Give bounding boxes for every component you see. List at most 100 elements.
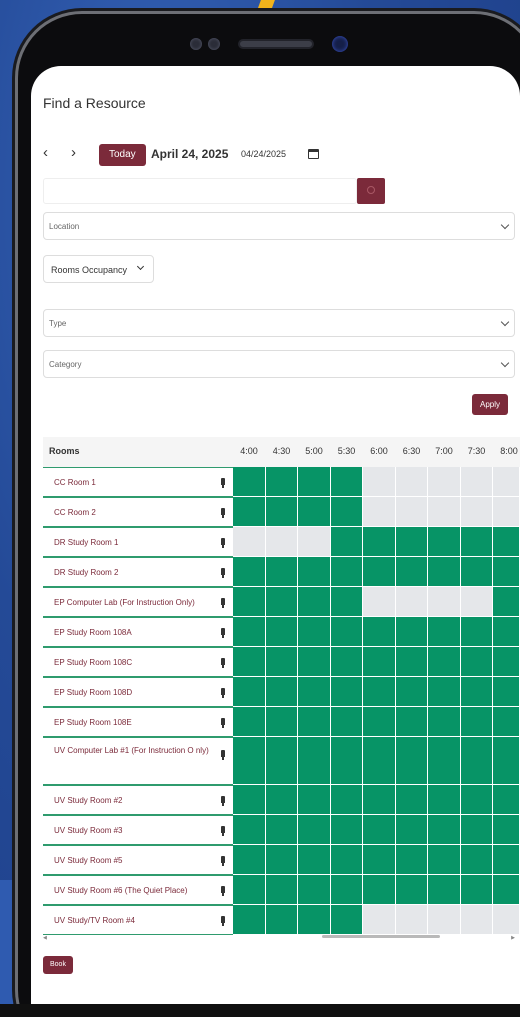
- available-slot[interactable]: [493, 677, 520, 707]
- location-select[interactable]: Location: [43, 212, 515, 240]
- pin-icon[interactable]: [221, 628, 225, 638]
- available-slot[interactable]: [395, 707, 428, 737]
- room-name-link[interactable]: EP Study Room 108A: [54, 625, 214, 640]
- available-slot[interactable]: [265, 905, 298, 935]
- available-slot[interactable]: [298, 785, 331, 815]
- room-row[interactable]: UV Computer Lab #1 (For Instruction O nl…: [43, 737, 233, 785]
- available-slot[interactable]: [265, 815, 298, 845]
- available-slot[interactable]: [265, 467, 298, 497]
- available-slot[interactable]: [298, 845, 331, 875]
- available-slot[interactable]: [330, 905, 363, 935]
- available-slot[interactable]: [395, 527, 428, 557]
- available-slot[interactable]: [428, 875, 461, 905]
- available-slot[interactable]: [233, 905, 266, 935]
- room-row[interactable]: EP Computer Lab (For Instruction Only): [43, 587, 233, 617]
- available-slot[interactable]: [395, 737, 428, 785]
- pin-icon[interactable]: [221, 568, 225, 578]
- available-slot[interactable]: [363, 875, 396, 905]
- pin-icon[interactable]: [221, 508, 225, 518]
- available-slot[interactable]: [460, 527, 493, 557]
- available-slot[interactable]: [298, 617, 331, 647]
- available-slot[interactable]: [298, 497, 331, 527]
- available-slot[interactable]: [330, 875, 363, 905]
- available-slot[interactable]: [460, 677, 493, 707]
- available-slot[interactable]: [298, 677, 331, 707]
- pin-icon[interactable]: [221, 478, 225, 488]
- available-slot[interactable]: [233, 815, 266, 845]
- available-slot[interactable]: [493, 815, 520, 845]
- room-name-link[interactable]: EP Study Room 108E: [54, 715, 214, 730]
- pin-icon[interactable]: [221, 658, 225, 668]
- available-slot[interactable]: [330, 815, 363, 845]
- available-slot[interactable]: [298, 467, 331, 497]
- pin-icon[interactable]: [221, 718, 225, 728]
- available-slot[interactable]: [330, 647, 363, 677]
- available-slot[interactable]: [493, 737, 520, 785]
- available-slot[interactable]: [460, 815, 493, 845]
- available-slot[interactable]: [493, 845, 520, 875]
- available-slot[interactable]: [265, 737, 298, 785]
- available-slot[interactable]: [363, 815, 396, 845]
- available-slot[interactable]: [395, 617, 428, 647]
- available-slot[interactable]: [330, 845, 363, 875]
- available-slot[interactable]: [330, 497, 363, 527]
- available-slot[interactable]: [233, 617, 266, 647]
- available-slot[interactable]: [460, 617, 493, 647]
- available-slot[interactable]: [460, 707, 493, 737]
- scroll-right-icon[interactable]: ▶: [511, 935, 515, 941]
- horizontal-scrollbar[interactable]: ◀ ▶: [43, 935, 515, 941]
- available-slot[interactable]: [493, 875, 520, 905]
- room-name-link[interactable]: UV Study Room #5: [54, 853, 214, 868]
- available-slot[interactable]: [460, 785, 493, 815]
- room-name-link[interactable]: UV Study Room #3: [54, 823, 214, 838]
- available-slot[interactable]: [493, 785, 520, 815]
- available-slot[interactable]: [265, 647, 298, 677]
- available-slot[interactable]: [265, 785, 298, 815]
- available-slot[interactable]: [395, 815, 428, 845]
- available-slot[interactable]: [460, 845, 493, 875]
- room-name-link[interactable]: UV Study Room #6 (The Quiet Place): [54, 883, 214, 898]
- available-slot[interactable]: [395, 785, 428, 815]
- room-name-link[interactable]: CC Room 2: [54, 505, 214, 520]
- available-slot[interactable]: [428, 557, 461, 587]
- available-slot[interactable]: [428, 677, 461, 707]
- available-slot[interactable]: [428, 527, 461, 557]
- available-slot[interactable]: [298, 815, 331, 845]
- category-select[interactable]: Category: [43, 350, 515, 378]
- calendar-icon[interactable]: [308, 149, 319, 159]
- available-slot[interactable]: [233, 737, 266, 785]
- room-row[interactable]: UV Study Room #6 (The Quiet Place): [43, 875, 233, 905]
- available-slot[interactable]: [330, 557, 363, 587]
- available-slot[interactable]: [395, 677, 428, 707]
- available-slot[interactable]: [233, 677, 266, 707]
- available-slot[interactable]: [298, 905, 331, 935]
- available-slot[interactable]: [330, 527, 363, 557]
- available-slot[interactable]: [460, 647, 493, 677]
- available-slot[interactable]: [298, 647, 331, 677]
- type-select[interactable]: Type: [43, 309, 515, 337]
- room-name-link[interactable]: EP Study Room 108C: [54, 655, 214, 670]
- available-slot[interactable]: [428, 707, 461, 737]
- search-input[interactable]: [43, 178, 357, 204]
- available-slot[interactable]: [265, 707, 298, 737]
- available-slot[interactable]: [428, 737, 461, 785]
- pin-icon[interactable]: [221, 750, 225, 760]
- available-slot[interactable]: [395, 875, 428, 905]
- available-slot[interactable]: [233, 647, 266, 677]
- room-name-link[interactable]: CC Room 1: [54, 475, 214, 490]
- occupancy-dropdown[interactable]: Rooms Occupancy: [43, 255, 155, 283]
- available-slot[interactable]: [298, 557, 331, 587]
- available-slot[interactable]: [428, 845, 461, 875]
- room-row[interactable]: DR Study Room 2: [43, 557, 233, 587]
- available-slot[interactable]: [493, 707, 520, 737]
- available-slot[interactable]: [363, 845, 396, 875]
- pin-icon[interactable]: [221, 796, 225, 806]
- room-row[interactable]: EP Study Room 108E: [43, 707, 233, 737]
- pin-icon[interactable]: [221, 916, 225, 926]
- available-slot[interactable]: [330, 707, 363, 737]
- pin-icon[interactable]: [221, 688, 225, 698]
- room-name-link[interactable]: DR Study Room 1: [54, 535, 214, 550]
- room-row[interactable]: UV Study/TV Room #4: [43, 905, 233, 935]
- room-row[interactable]: UV Study Room #5: [43, 845, 233, 875]
- available-slot[interactable]: [298, 875, 331, 905]
